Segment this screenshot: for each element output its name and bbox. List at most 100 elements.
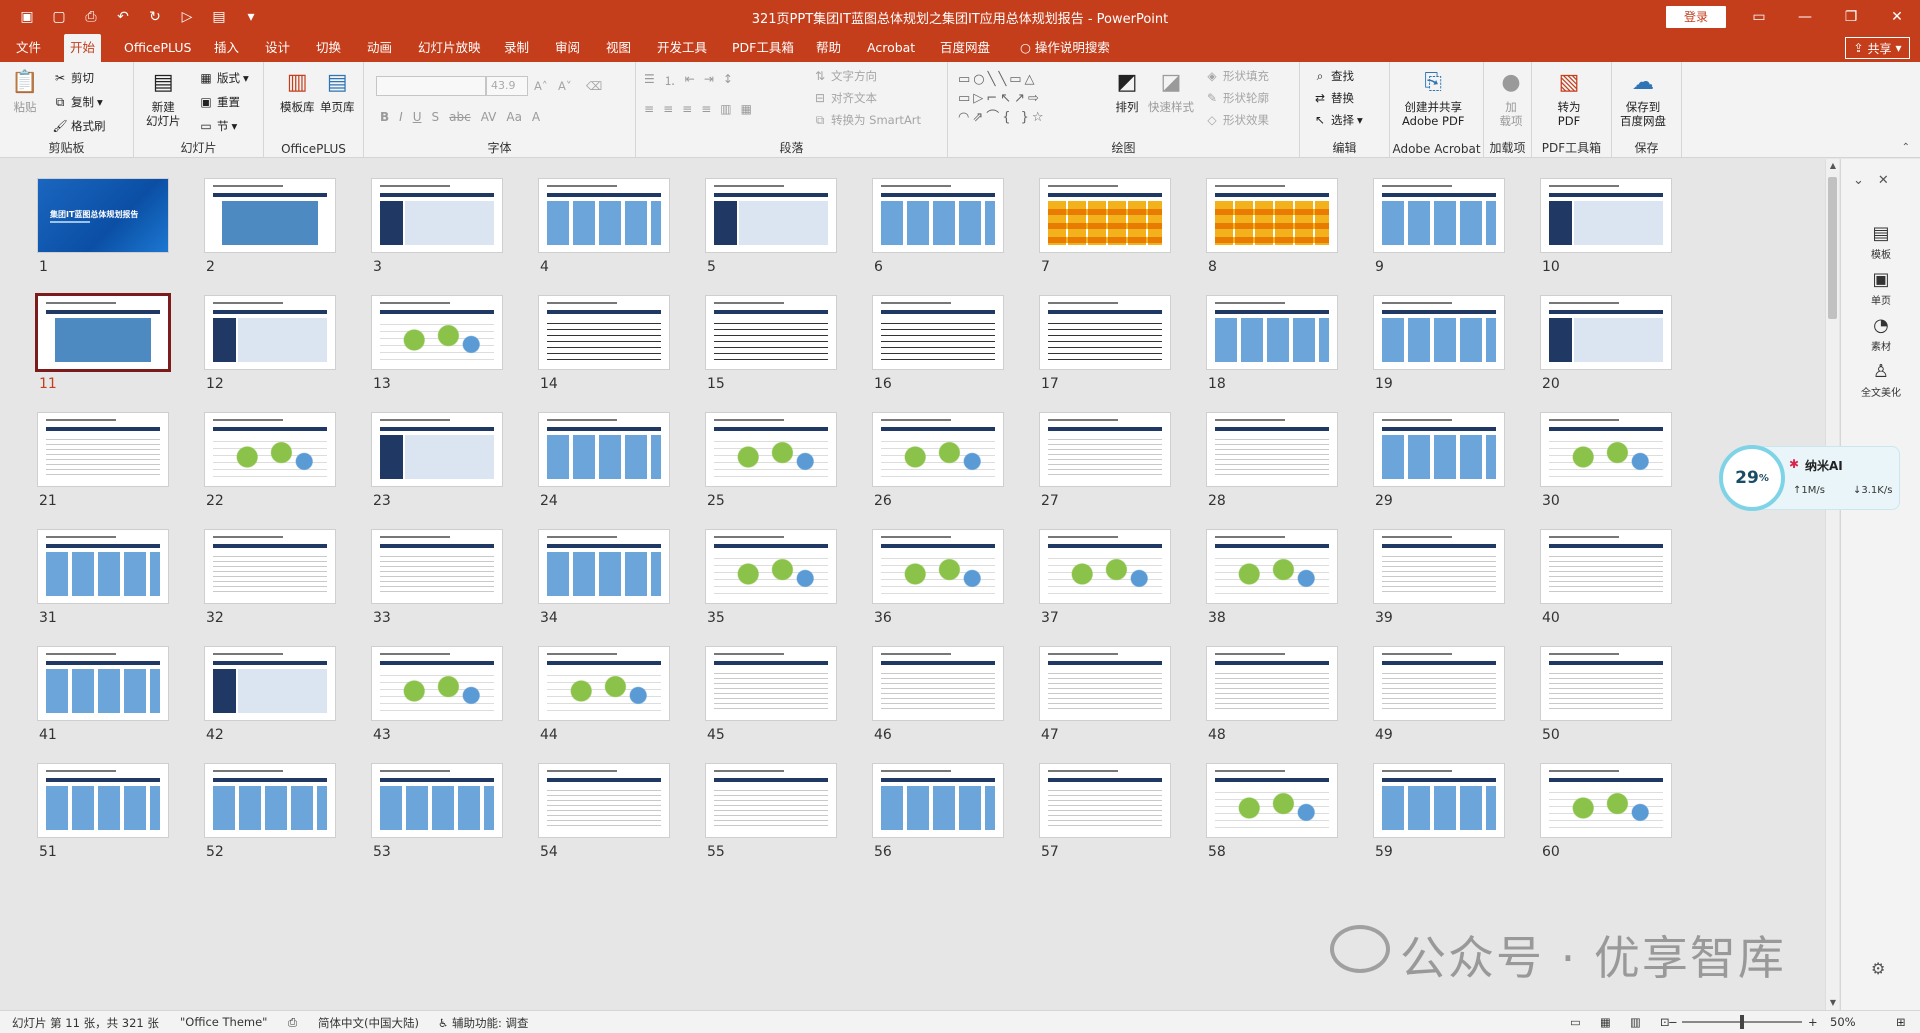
distribute-icon[interactable]: ▥ — [720, 102, 731, 116]
pane-item-material[interactable]: ◔ 素材 — [1841, 315, 1920, 353]
tab-file[interactable]: 文件 — [10, 34, 47, 62]
font-name-box[interactable] — [376, 76, 486, 96]
slide-thumbnail[interactable] — [873, 530, 1003, 603]
minimize-icon[interactable]: — — [1782, 0, 1828, 34]
slide-thumbnail[interactable] — [873, 413, 1003, 486]
slide-thumbnail[interactable] — [706, 179, 836, 252]
shape-effects-button[interactable]: ◇ 形状效果 — [1204, 110, 1269, 130]
slide-thumbnail[interactable] — [38, 413, 168, 486]
slide-thumbnail[interactable] — [873, 296, 1003, 369]
reading-view-icon[interactable]: ▥ — [1630, 1015, 1641, 1029]
proofing-icon[interactable]: ⎙ — [288, 1015, 297, 1030]
slide-thumbnail[interactable] — [706, 530, 836, 603]
slide-thumbnail[interactable] — [38, 530, 168, 603]
normal-view-icon[interactable]: ▭ — [1570, 1015, 1581, 1029]
chevron-down-icon[interactable]: ⌄ — [1853, 173, 1864, 188]
underline-icon[interactable]: U — [413, 110, 422, 124]
single-page-library-button[interactable]: ▤ 单页库 — [320, 68, 355, 115]
slide-thumbnail[interactable] — [1541, 530, 1671, 603]
slide-thumbnail[interactable] — [372, 179, 502, 252]
slide-thumbnail[interactable] — [873, 647, 1003, 720]
shape-outline-button[interactable]: ✎ 形状轮廓 — [1204, 88, 1269, 108]
tab-home[interactable]: 开始 — [64, 34, 102, 62]
slide-thumbnail[interactable] — [1207, 179, 1337, 252]
restore-icon[interactable]: ❐ — [1828, 0, 1874, 34]
align-text-button[interactable]: ⊟ 对齐文本 — [812, 88, 877, 108]
slide-thumbnail[interactable] — [1040, 179, 1170, 252]
tab-acrobat[interactable]: Acrobat — [861, 34, 921, 62]
justify-icon[interactable]: ≡ — [701, 102, 711, 116]
bold-icon[interactable]: B — [380, 110, 389, 124]
slide-thumbnail[interactable] — [539, 296, 669, 369]
slide-thumbnail[interactable] — [38, 647, 168, 720]
italic-icon[interactable]: I — [399, 110, 403, 124]
tab-animations[interactable]: 动画 — [361, 34, 398, 62]
shrink-font-icon[interactable]: A˅ — [558, 76, 572, 96]
settings-gear-icon[interactable]: ⚙ — [1871, 959, 1885, 978]
slide-thumbnail[interactable] — [1541, 296, 1671, 369]
create-share-pdf-button[interactable]: ⎘ 创建并共享 Adobe PDF — [1402, 68, 1464, 129]
decrease-indent-icon[interactable]: ⇤ — [685, 72, 695, 89]
change-case-icon[interactable]: Aa — [506, 110, 522, 124]
tab-developer[interactable]: 开发工具 — [651, 34, 713, 62]
slide-thumbnail[interactable] — [539, 647, 669, 720]
replace-button[interactable]: ⇄ 替换 — [1312, 88, 1354, 108]
slide-thumbnail[interactable] — [1040, 413, 1170, 486]
slide-thumbnail[interactable]: 集团IT蓝图总体规划报告 — [38, 179, 168, 252]
slide-thumbnail[interactable] — [205, 296, 335, 369]
slide-thumbnail[interactable] — [1207, 296, 1337, 369]
template-library-button[interactable]: ▥ 模板库 — [280, 68, 315, 115]
slide-thumbnail[interactable] — [1207, 530, 1337, 603]
slide-thumbnail[interactable] — [205, 764, 335, 837]
smartart-button[interactable]: ⧉ 转换为 SmartArt — [812, 110, 921, 130]
accessibility-status[interactable]: ♿ 辅助功能: 调查 — [438, 1015, 529, 1031]
tab-officeplus[interactable]: OfficePLUS — [118, 34, 197, 62]
slide-thumbnail[interactable] — [1374, 413, 1504, 486]
font-color-icon[interactable]: A — [532, 110, 540, 124]
zoom-in-icon[interactable]: + — [1808, 1015, 1818, 1029]
pane-item-beautify[interactable]: ♙ 全文美化 — [1841, 361, 1920, 399]
arrange-button[interactable]: ◩ 排列 — [1112, 68, 1142, 115]
text-direction-button[interactable]: ⇅ 文字方向 — [812, 66, 877, 86]
close-icon[interactable]: ✕ — [1878, 173, 1889, 188]
open-folder-icon[interactable]: ▤ — [206, 6, 232, 28]
fit-to-window-icon[interactable]: ⊞ — [1896, 1015, 1906, 1029]
shape-fill-button[interactable]: ◈ 形状填充 — [1204, 66, 1269, 86]
customize-qat-icon[interactable]: ▾ — [238, 6, 264, 28]
tab-help[interactable]: 帮助 — [810, 34, 847, 62]
slide-thumbnail[interactable] — [706, 296, 836, 369]
scroll-down-icon[interactable]: ▼ — [1826, 996, 1840, 1010]
char-spacing-icon[interactable]: AV — [481, 110, 497, 124]
align-center-icon[interactable]: ≡ — [663, 102, 673, 116]
tab-insert[interactable]: 插入 — [208, 34, 245, 62]
save-icon[interactable]: ▣ — [14, 6, 40, 28]
slide-thumbnail[interactable] — [1040, 530, 1170, 603]
tab-transitions[interactable]: 切换 — [310, 34, 347, 62]
slide-thumbnail[interactable] — [1040, 764, 1170, 837]
nano-ai-widget[interactable]: 29% ✱ 纳米AI ↑1M/s ↓3.1K/s — [1719, 445, 1900, 511]
slide-thumbnail[interactable] — [1541, 764, 1671, 837]
convert-to-pdf-button[interactable]: ▧ 转为 PDF — [1554, 68, 1584, 129]
slide-thumbnail[interactable] — [205, 647, 335, 720]
share-button[interactable]: ⇪ 共享 ▾ — [1845, 37, 1910, 59]
slide-thumbnail[interactable] — [1374, 179, 1504, 252]
tab-pdf-toolbox[interactable]: PDF工具箱 — [726, 34, 800, 62]
pane-item-single-page[interactable]: ▣ 单页 — [1841, 269, 1920, 307]
pane-item-template[interactable]: ▤ 模板 — [1841, 223, 1920, 261]
collapse-ribbon-icon[interactable]: ⌃ — [1902, 142, 1910, 153]
slide-thumbnail[interactable] — [372, 413, 502, 486]
slide-thumbnail[interactable] — [1541, 413, 1671, 486]
slide-thumbnail[interactable] — [205, 530, 335, 603]
language[interactable]: 简体中文(中国大陆) — [318, 1015, 419, 1031]
select-button[interactable]: ↖ 选择 ▾ — [1312, 110, 1363, 130]
slide-thumbnail[interactable] — [706, 647, 836, 720]
paste-button[interactable]: 📋 粘贴 — [10, 68, 40, 115]
quick-styles-button[interactable]: ◪ 快速样式 — [1148, 68, 1194, 115]
login-button[interactable]: 登录 — [1666, 6, 1726, 28]
slide-thumbnail[interactable] — [372, 647, 502, 720]
zoom-slider-knob[interactable] — [1740, 1015, 1744, 1029]
align-left-icon[interactable]: ≡ — [644, 102, 654, 116]
slide-thumbnail[interactable] — [205, 413, 335, 486]
slide-thumbnail[interactable] — [372, 530, 502, 603]
reset-button[interactable]: ▣ 重置 — [198, 92, 240, 112]
